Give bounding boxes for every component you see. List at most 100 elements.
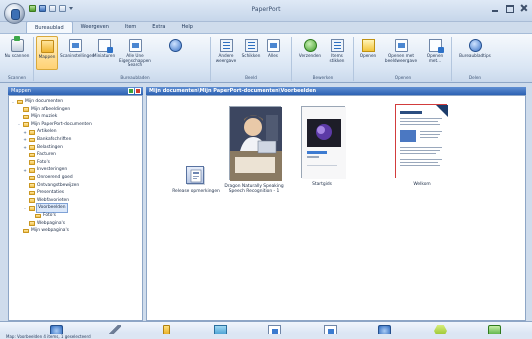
group-label-bewerken: Bewerken	[312, 75, 334, 80]
tips-icon	[468, 39, 482, 52]
tree-item[interactable]: + Artikelen	[9, 128, 142, 136]
tree-item[interactable]: Webfavorieten	[9, 197, 142, 205]
folder-icon	[23, 228, 29, 234]
tree-item[interactable]: Presentaties	[9, 189, 142, 197]
scan-settings-button[interactable]: Scaninstellingen	[60, 36, 94, 59]
tree-item[interactable]: Onroerend goed	[9, 174, 142, 182]
tree-expander[interactable]	[17, 108, 21, 112]
search-properties-button[interactable]: Alle Une Eigenschappen Search	[118, 36, 152, 68]
tree-item[interactable]: + Bankafschriften	[9, 136, 142, 144]
tree-item-selected[interactable]: - Voorbeelden	[9, 203, 142, 213]
tree-item[interactable]: Foto's	[9, 212, 142, 220]
tree-item-label: Mijn webpagina's	[31, 228, 69, 234]
close-icon[interactable]	[519, 4, 528, 12]
tree-expander[interactable]	[23, 192, 27, 196]
tree-expander[interactable]: -	[11, 100, 15, 105]
tree-item-label: Presentaties	[37, 190, 65, 196]
select-all-label: Alles	[268, 53, 278, 58]
close-pane-icon[interactable]	[135, 88, 141, 94]
desktop-item[interactable]: Welkom	[387, 104, 457, 196]
tab-help[interactable]: Help	[173, 21, 200, 33]
user-button[interactable]	[155, 36, 195, 54]
desktop-item-label: Release opmerkingen	[172, 189, 220, 194]
folder-icon	[29, 167, 35, 173]
tab-extra[interactable]: Extra	[144, 21, 173, 33]
stack-items-button[interactable]: Items stikken	[325, 36, 349, 63]
tree-item[interactable]: Facturen	[9, 151, 142, 159]
tree-expander[interactable]	[23, 199, 27, 203]
tree-item[interactable]: Mijn afbeeldingen	[9, 106, 142, 114]
new-folder-icon[interactable]	[128, 88, 134, 94]
tree-expander[interactable]	[17, 230, 21, 234]
tree-item[interactable]: Foto's	[9, 159, 142, 167]
tree-expander[interactable]	[23, 184, 27, 188]
desktop-item[interactable]: Startgids	[297, 106, 347, 196]
group-label-delen: Delen	[468, 75, 482, 80]
view-icon	[219, 39, 233, 52]
arrange-button[interactable]: Schikken	[240, 36, 262, 59]
open-label: Openen	[359, 53, 377, 58]
desktop-items-area[interactable]: Release opmerkingen Dragon Naturally Spe…	[146, 95, 526, 321]
folder-icon	[29, 137, 35, 143]
tree-item[interactable]: - Mijn documenten	[9, 98, 142, 106]
tree-item-label: Bankafschriften	[37, 136, 72, 142]
tree-item[interactable]: Webpagina's	[9, 220, 142, 228]
group-label-scannen: Scannen	[7, 75, 27, 80]
arrange-label: Schikken	[241, 53, 261, 58]
desktop-item[interactable]: Release opmerkingen	[171, 166, 221, 200]
tree-item[interactable]: Mijn webpagina's	[9, 227, 142, 235]
folder-icon	[29, 129, 35, 135]
minimize-icon[interactable]	[491, 4, 500, 12]
tree-item[interactable]: Ontvangstbewijzen	[9, 182, 142, 190]
group-label-beeld: Beeld	[245, 75, 257, 80]
scan-settings-label: Scaninstellingen	[60, 53, 95, 58]
scan-settings-icon	[68, 39, 82, 52]
tree-expander[interactable]	[23, 154, 27, 158]
folders-pane-controls	[128, 88, 141, 94]
tree-expander[interactable]	[23, 222, 27, 226]
folder-icon	[17, 99, 23, 105]
tree-expander[interactable]: +	[23, 138, 27, 142]
thumbnails-button[interactable]: Miniaturen	[91, 36, 117, 59]
window-title: PaperPort	[251, 6, 281, 13]
folder-path-bar: Mijn documenten\Mijn PaperPort-documente…	[146, 87, 526, 95]
tree-item[interactable]: + Belastingen	[9, 144, 142, 152]
folders-button[interactable]: Mappen	[36, 36, 58, 70]
select-all-button[interactable]: Alles	[263, 36, 283, 59]
scan-now-button[interactable]: Nu scannen	[4, 36, 30, 59]
tree-expander[interactable]: -	[17, 123, 21, 127]
tree-item[interactable]: + Investeringen	[9, 166, 142, 174]
tree-item-label: Investeringen	[37, 167, 68, 173]
tab-bureaublad[interactable]: Bureaublad	[26, 21, 73, 33]
tree-item[interactable]: - Mijn PaperPort-documenten	[9, 121, 142, 129]
other-view-button[interactable]: Andere weergave	[213, 36, 239, 63]
desktop-tips-button[interactable]: Bureaubladtips	[455, 36, 495, 59]
send-button[interactable]: Verzenden	[297, 36, 323, 59]
tree-expander[interactable]: -	[23, 206, 27, 211]
tree-expander[interactable]	[23, 161, 27, 165]
desktop-item[interactable]: Dragon Naturally Speaking Speech Recogni…	[223, 106, 285, 210]
application-orb-button[interactable]	[4, 3, 25, 24]
open-image-view-button[interactable]: Openen met beeldweergave	[382, 36, 420, 63]
user-icon	[168, 39, 182, 52]
tree-expander[interactable]: +	[23, 168, 27, 173]
open-with-icon	[428, 39, 444, 53]
tree-expander[interactable]	[17, 116, 21, 120]
open-button[interactable]: Openen	[356, 36, 380, 59]
tree-expander[interactable]: +	[23, 130, 27, 135]
group-label-openen: Openen	[394, 75, 412, 80]
stack-items-label: Items stikken	[329, 53, 345, 63]
tree-item[interactable]: Mijn muziek	[9, 113, 142, 121]
folder-icon	[29, 175, 35, 181]
tree-expander[interactable]	[29, 214, 33, 218]
maximize-icon[interactable]	[505, 4, 514, 13]
tree-expander[interactable]: +	[23, 146, 27, 150]
thumbnails-icon	[97, 39, 113, 53]
open-with-button[interactable]: Openen met...	[422, 36, 448, 63]
tab-item[interactable]: Item	[117, 21, 144, 33]
folder-icon	[23, 107, 29, 112]
tab-weergeven[interactable]: Weergeven	[73, 21, 117, 33]
tree-item-label: Mijn afbeeldingen	[31, 106, 71, 112]
tree-expander[interactable]	[23, 176, 27, 180]
title-bar: PaperPort	[0, 0, 532, 24]
